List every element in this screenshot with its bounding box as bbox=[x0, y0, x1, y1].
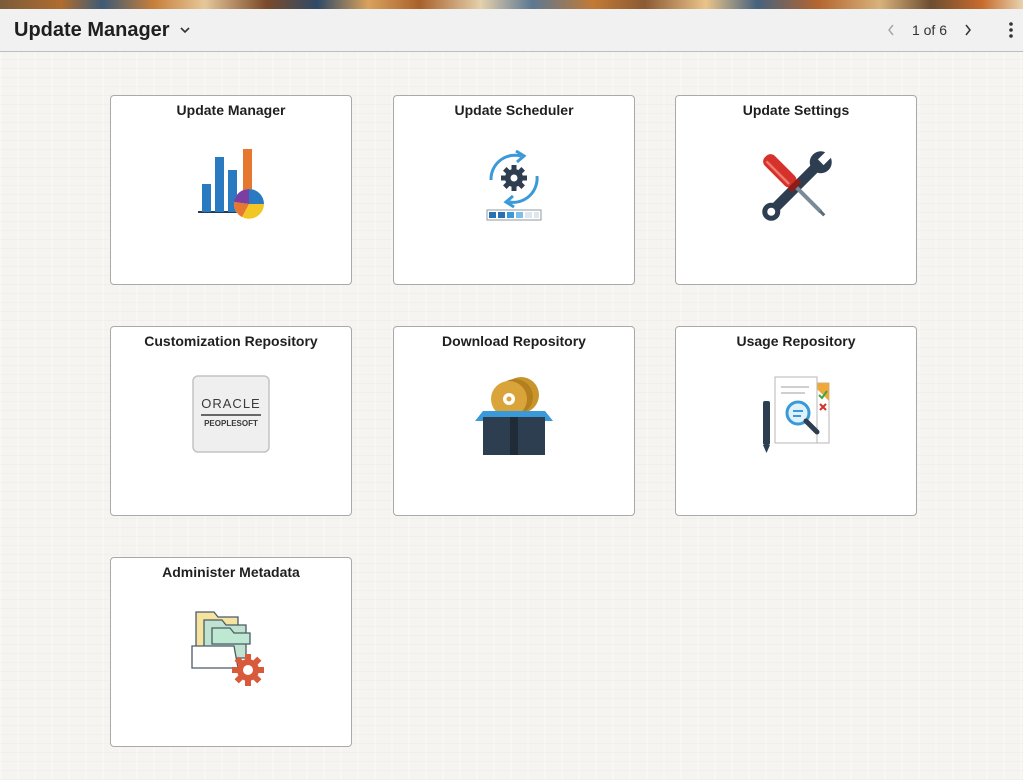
tile-title: Customization Repository bbox=[144, 333, 318, 349]
tile-download-repository[interactable]: Download Repository bbox=[393, 326, 635, 516]
tile-title: Administer Metadata bbox=[162, 564, 300, 580]
oracle-wordmark: ORACLE bbox=[201, 396, 260, 411]
scheduler-gear-icon bbox=[486, 149, 542, 221]
wrench-screwdriver-icon bbox=[762, 150, 833, 221]
pager: 1 of 6 bbox=[880, 9, 1023, 51]
chevron-left-icon bbox=[888, 24, 894, 36]
tile-title: Update Manager bbox=[176, 102, 286, 118]
document-search-icon bbox=[763, 376, 830, 453]
banner-strip bbox=[0, 0, 1023, 9]
next-page-button[interactable] bbox=[957, 19, 979, 41]
tile-update-manager[interactable]: Update Manager bbox=[110, 95, 352, 285]
page-indicator: 1 of 6 bbox=[911, 22, 947, 38]
oracle-peoplesoft-logo: ORACLE PEOPLESOFT bbox=[192, 375, 270, 453]
tile-usage-repository[interactable]: Usage Repository bbox=[675, 326, 917, 516]
folders-gear-icon bbox=[191, 611, 264, 686]
page-title-dropdown[interactable]: Update Manager bbox=[14, 9, 191, 51]
tile-administer-metadata[interactable]: Administer Metadata bbox=[110, 557, 352, 747]
tile-update-scheduler[interactable]: Update Scheduler bbox=[393, 95, 635, 285]
tile-title: Download Repository bbox=[442, 333, 586, 349]
tile-title: Usage Repository bbox=[736, 333, 856, 349]
analytics-chart-icon bbox=[198, 149, 264, 219]
tile-update-settings[interactable]: Update Settings bbox=[675, 95, 917, 285]
previous-page-button[interactable] bbox=[880, 19, 902, 41]
tile-customization-repository[interactable]: Customization Repository ORACLE PEOPLESO… bbox=[110, 326, 352, 516]
chevron-right-icon bbox=[965, 24, 971, 36]
actions-menu-button[interactable] bbox=[1001, 18, 1021, 42]
chevron-down-icon bbox=[180, 27, 190, 34]
open-box-disc-icon bbox=[475, 377, 553, 455]
tile-title: Update Scheduler bbox=[454, 102, 574, 118]
page-title: Update Manager bbox=[14, 18, 170, 41]
peoplesoft-wordmark: PEOPLESOFT bbox=[204, 419, 258, 428]
kebab-menu-icon bbox=[1009, 22, 1013, 38]
tile-title: Update Settings bbox=[742, 102, 850, 118]
page-header: Update Manager 1 of 6 bbox=[0, 9, 1023, 52]
